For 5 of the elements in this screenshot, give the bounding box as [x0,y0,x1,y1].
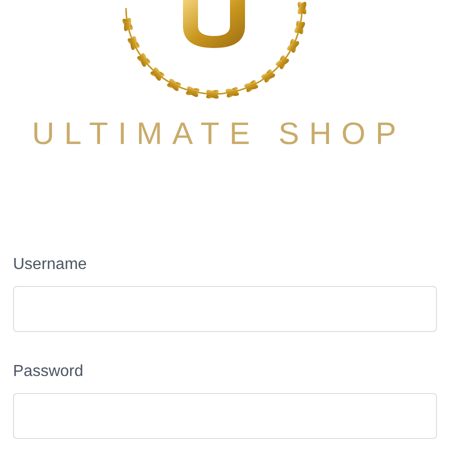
logo-text: ULTIMATE SHOP [32,118,406,149]
field-label: Username [13,257,88,273]
input-field[interactable] [13,286,437,332]
input-field[interactable] [13,393,437,439]
field-label: Password [13,364,84,380]
